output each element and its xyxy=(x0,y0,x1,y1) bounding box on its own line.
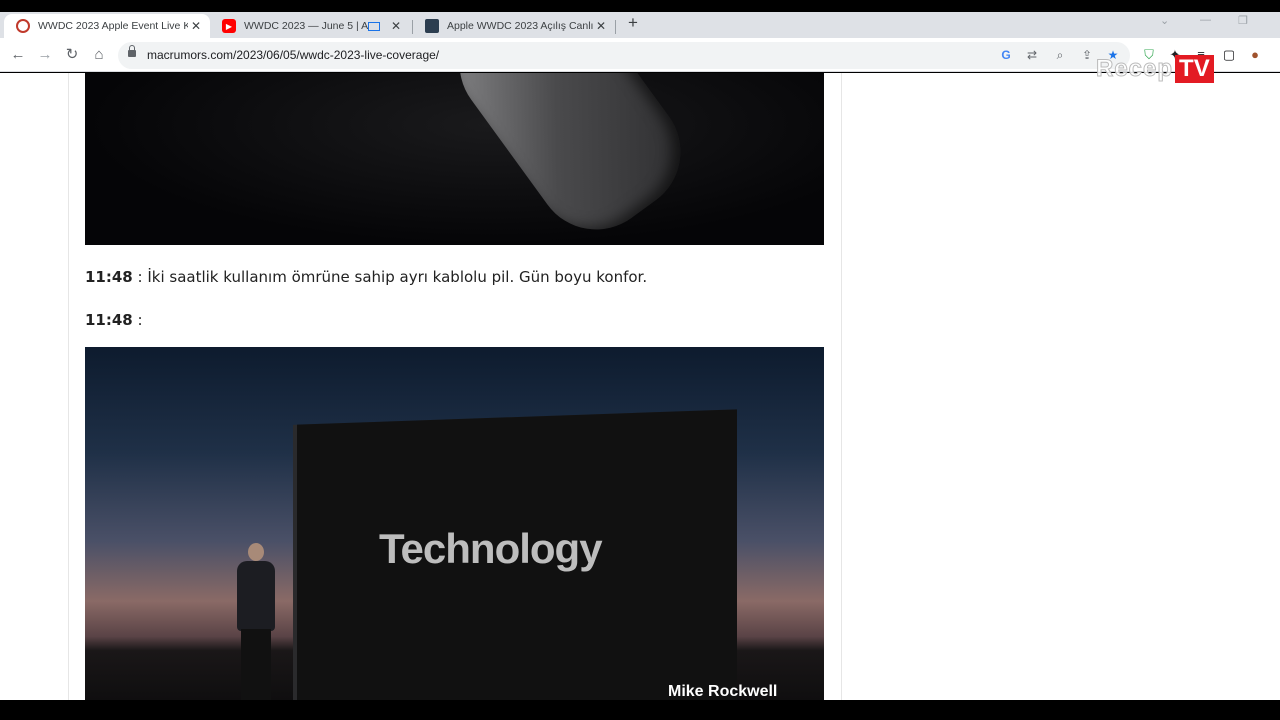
entry-time: 11:48 xyxy=(85,268,133,286)
translate-icon[interactable]: ⇄ xyxy=(1024,47,1040,63)
tab-apple-live[interactable]: Apple WWDC 2023 Açılış Canlı B ✕ xyxy=(413,14,615,38)
presenter-figure xyxy=(231,543,281,700)
presenter-legs xyxy=(241,629,271,700)
maximize-icon[interactable]: ❐ xyxy=(1238,14,1248,27)
address-bar[interactable]: macrumors.com/2023/06/05/wwdc-2023-live-… xyxy=(118,42,1130,69)
speaker-caption: Mike Rockwell xyxy=(668,683,778,700)
close-tab-icon[interactable]: ✕ xyxy=(388,19,404,33)
reload-icon[interactable]: ↻ xyxy=(62,45,82,65)
profile-avatar-icon[interactable]: ● xyxy=(1246,46,1264,64)
url-text[interactable]: macrumors.com/2023/06/05/wwdc-2023-live-… xyxy=(147,48,439,62)
article-image-device xyxy=(85,73,824,245)
google-lens-icon[interactable]: G xyxy=(998,47,1014,63)
tab-title: WWDC 2023 — June 5 | App xyxy=(244,20,368,32)
back-icon[interactable]: ← xyxy=(8,45,28,65)
picture-in-picture-icon xyxy=(368,21,380,31)
channel-watermark: Recep TV xyxy=(1095,54,1214,84)
live-entry: 11:48 : xyxy=(85,311,143,329)
side-panel-icon[interactable]: ▢ xyxy=(1220,46,1238,64)
youtube-icon: ▶ xyxy=(222,19,236,33)
entry-separator: : xyxy=(132,268,148,286)
top-black-bar xyxy=(0,0,1280,12)
watermark-left: Recep xyxy=(1095,55,1174,83)
battery-pack-graphic xyxy=(435,73,705,245)
new-tab-button[interactable]: + xyxy=(624,14,642,32)
bottom-black-bar xyxy=(0,700,1280,720)
tab-search-icon[interactable]: ⌄ xyxy=(1160,14,1169,27)
presenter-head xyxy=(248,543,264,561)
tab-title: WWDC 2023 Apple Event Live Ke xyxy=(38,20,188,32)
tab-title: Apple WWDC 2023 Açılış Canlı B xyxy=(447,20,593,32)
article-image-keynote: Technology Mike Rockwell xyxy=(85,347,824,700)
forward-icon[interactable]: → xyxy=(35,45,55,65)
web-page: 11:48 : İki saatlik kullanım ömrüne sahi… xyxy=(0,73,1280,700)
zoom-icon[interactable]: ⌕ xyxy=(1052,47,1068,63)
share-icon[interactable]: ⇪ xyxy=(1079,47,1095,63)
macrumors-icon xyxy=(16,19,30,33)
tab-youtube[interactable]: ▶ WWDC 2023 — June 5 | App ✕ xyxy=(210,14,410,38)
close-tab-icon[interactable]: ✕ xyxy=(188,19,204,33)
watermark-right: TV xyxy=(1175,55,1214,83)
browser-toolbar: ← → ↻ ⌂ macrumors.com/2023/06/05/wwdc-20… xyxy=(0,38,1280,72)
entry-text: İki saatlik kullanım ömrüne sahip ayrı k… xyxy=(147,268,648,286)
live-entry: 11:48 : İki saatlik kullanım ömrüne sahi… xyxy=(85,268,647,286)
lock-icon xyxy=(128,45,136,57)
home-icon[interactable]: ⌂ xyxy=(89,45,109,65)
entry-time: 11:48 xyxy=(85,311,133,329)
billboard-text: Technology xyxy=(379,525,603,572)
entry-separator: : xyxy=(132,311,143,329)
minimize-icon[interactable]: — xyxy=(1200,14,1211,26)
close-tab-icon[interactable]: ✕ xyxy=(593,19,609,33)
site-icon xyxy=(425,19,439,33)
tab-separator xyxy=(615,20,616,34)
tab-macrumors[interactable]: WWDC 2023 Apple Event Live Ke ✕ xyxy=(4,14,210,38)
presenter-torso xyxy=(237,561,275,631)
